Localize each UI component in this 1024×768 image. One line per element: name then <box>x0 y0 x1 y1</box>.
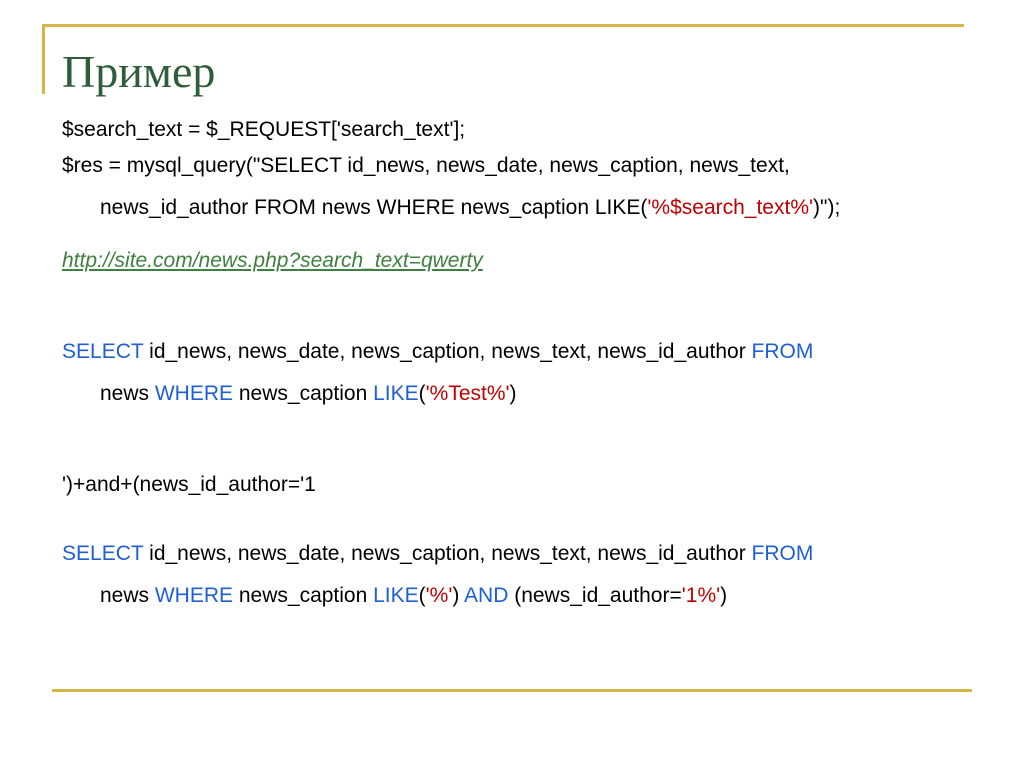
php-line-3: news_id_author FROM news WHERE news_capt… <box>100 194 840 222</box>
php-line-2: $res = mysql_query("SELECT id_news, news… <box>62 154 790 177</box>
sql-string-literal: '1%' <box>681 584 721 607</box>
sql-string-literal: '%Test%' <box>425 382 510 405</box>
sql-columns: id_news, news_date, news_caption, news_t… <box>143 340 752 363</box>
sql-string-literal: '%' <box>425 584 453 607</box>
sql-keyword-where: WHERE <box>154 584 234 607</box>
query1-line-2: news WHERE news_caption LIKE('%Test%') <box>100 380 517 408</box>
sql-paren-open: ( <box>418 584 426 607</box>
accent-line-left <box>42 24 45 94</box>
sql-condition: news_caption <box>233 382 374 405</box>
php-string-literal: '%$search_text%' <box>647 196 814 219</box>
query2-line-2: news WHERE news_caption LIKE('%') AND (n… <box>100 582 727 610</box>
query1-line-1: SELECT id_news, news_date, news_caption,… <box>62 338 813 366</box>
sql-keyword-where: WHERE <box>154 382 234 405</box>
sql-columns: id_news, news_date, news_caption, news_t… <box>143 542 752 565</box>
sql-keyword-select: SELECT <box>62 542 144 565</box>
sql-keyword-from: FROM <box>751 542 814 565</box>
sql-paren-close: ) <box>509 382 517 405</box>
sql-condition: news_caption <box>233 584 374 607</box>
sql-keyword-like: LIKE <box>373 382 419 405</box>
sql-paren-open: ( <box>418 382 426 405</box>
example-url-link[interactable]: http://site.com/news.php?search_text=qwe… <box>62 249 483 272</box>
accent-line-bottom <box>52 689 972 692</box>
sql-table: news <box>100 584 155 607</box>
accent-line-top <box>42 24 964 27</box>
slide-title: Пример <box>62 46 216 97</box>
sql-table: news <box>100 382 155 405</box>
query2-line-1: SELECT id_news, news_date, news_caption,… <box>62 540 813 568</box>
php-line-3-end: )"); <box>813 196 841 219</box>
example-url-line: http://site.com/news.php?search_text=qwe… <box>62 247 483 275</box>
php-line-3-text: news_id_author FROM news WHERE news_capt… <box>100 196 648 219</box>
sql-paren-close: ) <box>720 584 728 607</box>
sql-keyword-like: LIKE <box>373 584 419 607</box>
php-line-1: $search_text = $_REQUEST['search_text']; <box>62 118 466 141</box>
sql-keyword-select: SELECT <box>62 340 144 363</box>
sql-text: (news_id_author= <box>508 584 682 607</box>
injection-payload: ')+and+(news_id_author='1 <box>62 473 316 496</box>
sql-text: ) <box>452 584 465 607</box>
sql-keyword-and: AND <box>464 584 509 607</box>
sql-keyword-from: FROM <box>751 340 814 363</box>
